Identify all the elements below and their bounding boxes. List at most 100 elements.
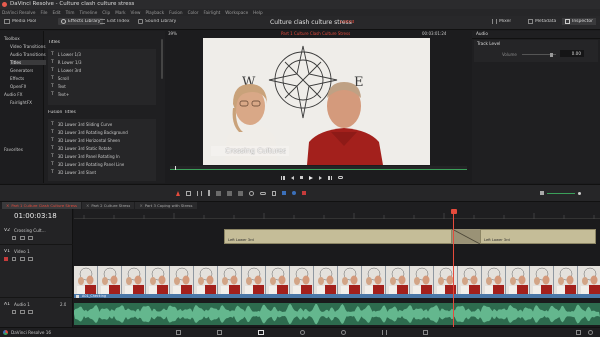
fairlight-page-icon[interactable] [382,330,387,335]
title-list-item[interactable]: TR Lower 1/3 [51,60,82,65]
edit-page-icon[interactable] [258,330,264,335]
menu-item[interactable]: Workspace [225,10,248,15]
inspector-button[interactable]: Inspector [562,18,596,25]
close-tab-icon[interactable]: × [86,203,89,208]
fusion-page-icon[interactable] [300,330,305,335]
blade-tool-icon[interactable] [208,190,210,196]
menu-item[interactable]: Playback [145,10,164,15]
color-page-icon[interactable] [341,330,346,335]
title-list-item[interactable]: T 3D Lower 3rd Rotating Panel Line [51,162,124,167]
volume-knob-icon[interactable] [578,191,581,195]
inspector-tab-audio[interactable]: Audio [476,31,488,36]
track-name-v1[interactable]: Video 1 [14,249,30,254]
go-to-end-icon[interactable] [328,175,332,180]
sound-library-button[interactable]: Sound Library [138,19,176,24]
cut-page-icon[interactable] [217,330,222,335]
title-list-item[interactable]: T 3D Lower 3rd Panel Rotating In [51,154,120,159]
effects-tree-item[interactable]: Video Transitions [10,44,46,49]
video-clip[interactable]: A01_Checking [74,266,600,298]
color-chip-icon[interactable] [302,191,306,195]
close-tab-icon[interactable]: × [139,203,142,208]
title-list-item[interactable]: T Text [51,84,66,89]
settings-gear-icon[interactable] [588,330,593,335]
title-list-item[interactable]: T 3D Lower 3rd Rotating Background [51,130,128,135]
flag-icon[interactable] [282,191,286,195]
media-pool-button[interactable]: Media Pool [4,19,36,24]
effects-library-button[interactable]: Effects Library [58,18,104,25]
menu-item[interactable]: DaVinci Resolve [2,10,35,15]
stop-icon[interactable] [300,176,303,179]
trim-tool-icon[interactable] [186,190,191,196]
timeline-tab[interactable]: × Part 1 Culture Clash Culture Stress [2,202,82,209]
timeline-tab[interactable]: × Part 3 Coping with Stress [135,202,197,209]
linked-selection-icon[interactable] [260,191,266,195]
effects-tree-item[interactable]: Toolbox [4,36,20,41]
title-clip[interactable]: Left Lower 3rd [480,229,596,244]
timeline-playhead[interactable] [450,209,457,327]
transition-marker[interactable] [452,229,480,244]
menu-item[interactable]: File [40,10,47,15]
overwrite-clip-icon[interactable] [227,190,232,196]
mute-icon[interactable] [28,310,33,314]
viewer-timeline-name[interactable]: Part 1 Culture Clash Culture Stress [281,31,350,36]
title-list-item[interactable]: T Text+ [51,92,69,97]
menu-item[interactable]: Timeline [79,10,97,15]
media-page-icon[interactable] [176,330,181,335]
viewer-scrubber[interactable] [170,166,467,170]
go-to-start-icon[interactable] [281,175,285,180]
menu-item[interactable]: Color [188,10,199,15]
effects-tree-item[interactable]: Titles [10,60,46,65]
volume-slider[interactable] [522,52,556,57]
step-forward-icon[interactable] [319,175,322,180]
title-list-item[interactable]: T Scroll [51,76,69,81]
effects-tree-item[interactable]: Audio FX [4,92,23,97]
title-list-item[interactable]: T 3D Lower 3rd Horizontal Sheen [51,138,120,143]
effects-tree-item[interactable]: FairlightFX [10,100,32,105]
dynamic-trim-icon[interactable] [197,190,202,196]
title-list-item[interactable]: TL Lower 1/3 [51,52,81,57]
zoom-level[interactable]: 39% [168,31,177,36]
audio-clip[interactable] [74,303,600,325]
title-clip[interactable]: Left Lower 3rd [224,229,452,244]
title-list-item[interactable]: T 3D Lower 3rd Sliding Curve [51,122,112,127]
title-list-item[interactable]: T 3D Lower 3rd Slant [51,170,96,175]
menu-item[interactable]: Help [253,10,263,15]
timeline-ruler[interactable] [74,209,600,219]
home-icon[interactable] [576,330,581,335]
title-list-item[interactable]: T 3D Lower 3rd Static Rotate [51,146,112,151]
playhead-head-icon[interactable] [450,209,457,214]
video-frame[interactable]: W E Crossing Cultures [203,38,430,165]
menu-item[interactable]: Edit [52,10,60,15]
auto-select-icon[interactable] [20,236,25,240]
lock-track-icon[interactable] [12,257,16,261]
menu-item[interactable]: Trim [66,10,75,15]
lock-track-icon[interactable] [12,236,16,240]
track-name-v2[interactable]: Crossing Cult... [14,228,46,233]
loop-icon[interactable] [338,176,343,179]
track-header-v1[interactable]: V1 Video 1 [0,246,73,298]
track-visibility-icon[interactable] [28,236,33,240]
effects-tree-item[interactable]: OpenFX [10,84,26,89]
selection-tool-icon[interactable] [176,190,180,196]
track-name-a1[interactable]: Audio 1 [14,302,30,307]
timeline-tab[interactable]: × Part 2 Culture Stress [82,202,135,209]
volume-value-field[interactable]: 0.00 [560,50,584,57]
metadata-button[interactable]: Metadata [528,19,556,24]
track-header-v2[interactable]: V2 Crossing Cult... [0,225,73,245]
lock-track-icon[interactable] [12,310,16,314]
window-close-icon[interactable] [2,2,7,7]
edit-index-button[interactable]: Edit Index [100,19,130,24]
mixer-button[interactable]: Mixer [492,19,511,24]
step-back-icon[interactable] [291,175,294,180]
play-icon[interactable] [309,175,313,180]
deliver-page-icon[interactable] [423,330,428,335]
volume-slider-handle[interactable] [550,52,553,57]
effects-scrollbar[interactable] [161,39,163,79]
replace-clip-icon[interactable] [238,190,243,196]
solo-icon[interactable] [20,310,25,314]
menu-item[interactable]: Fusion [169,10,182,15]
effects-tree-item[interactable]: Audio Transitions [10,52,46,57]
effects-tree-item[interactable]: Generators [10,68,33,73]
audio-meter-control[interactable] [540,191,581,195]
scrubber-playhead[interactable] [175,166,176,170]
